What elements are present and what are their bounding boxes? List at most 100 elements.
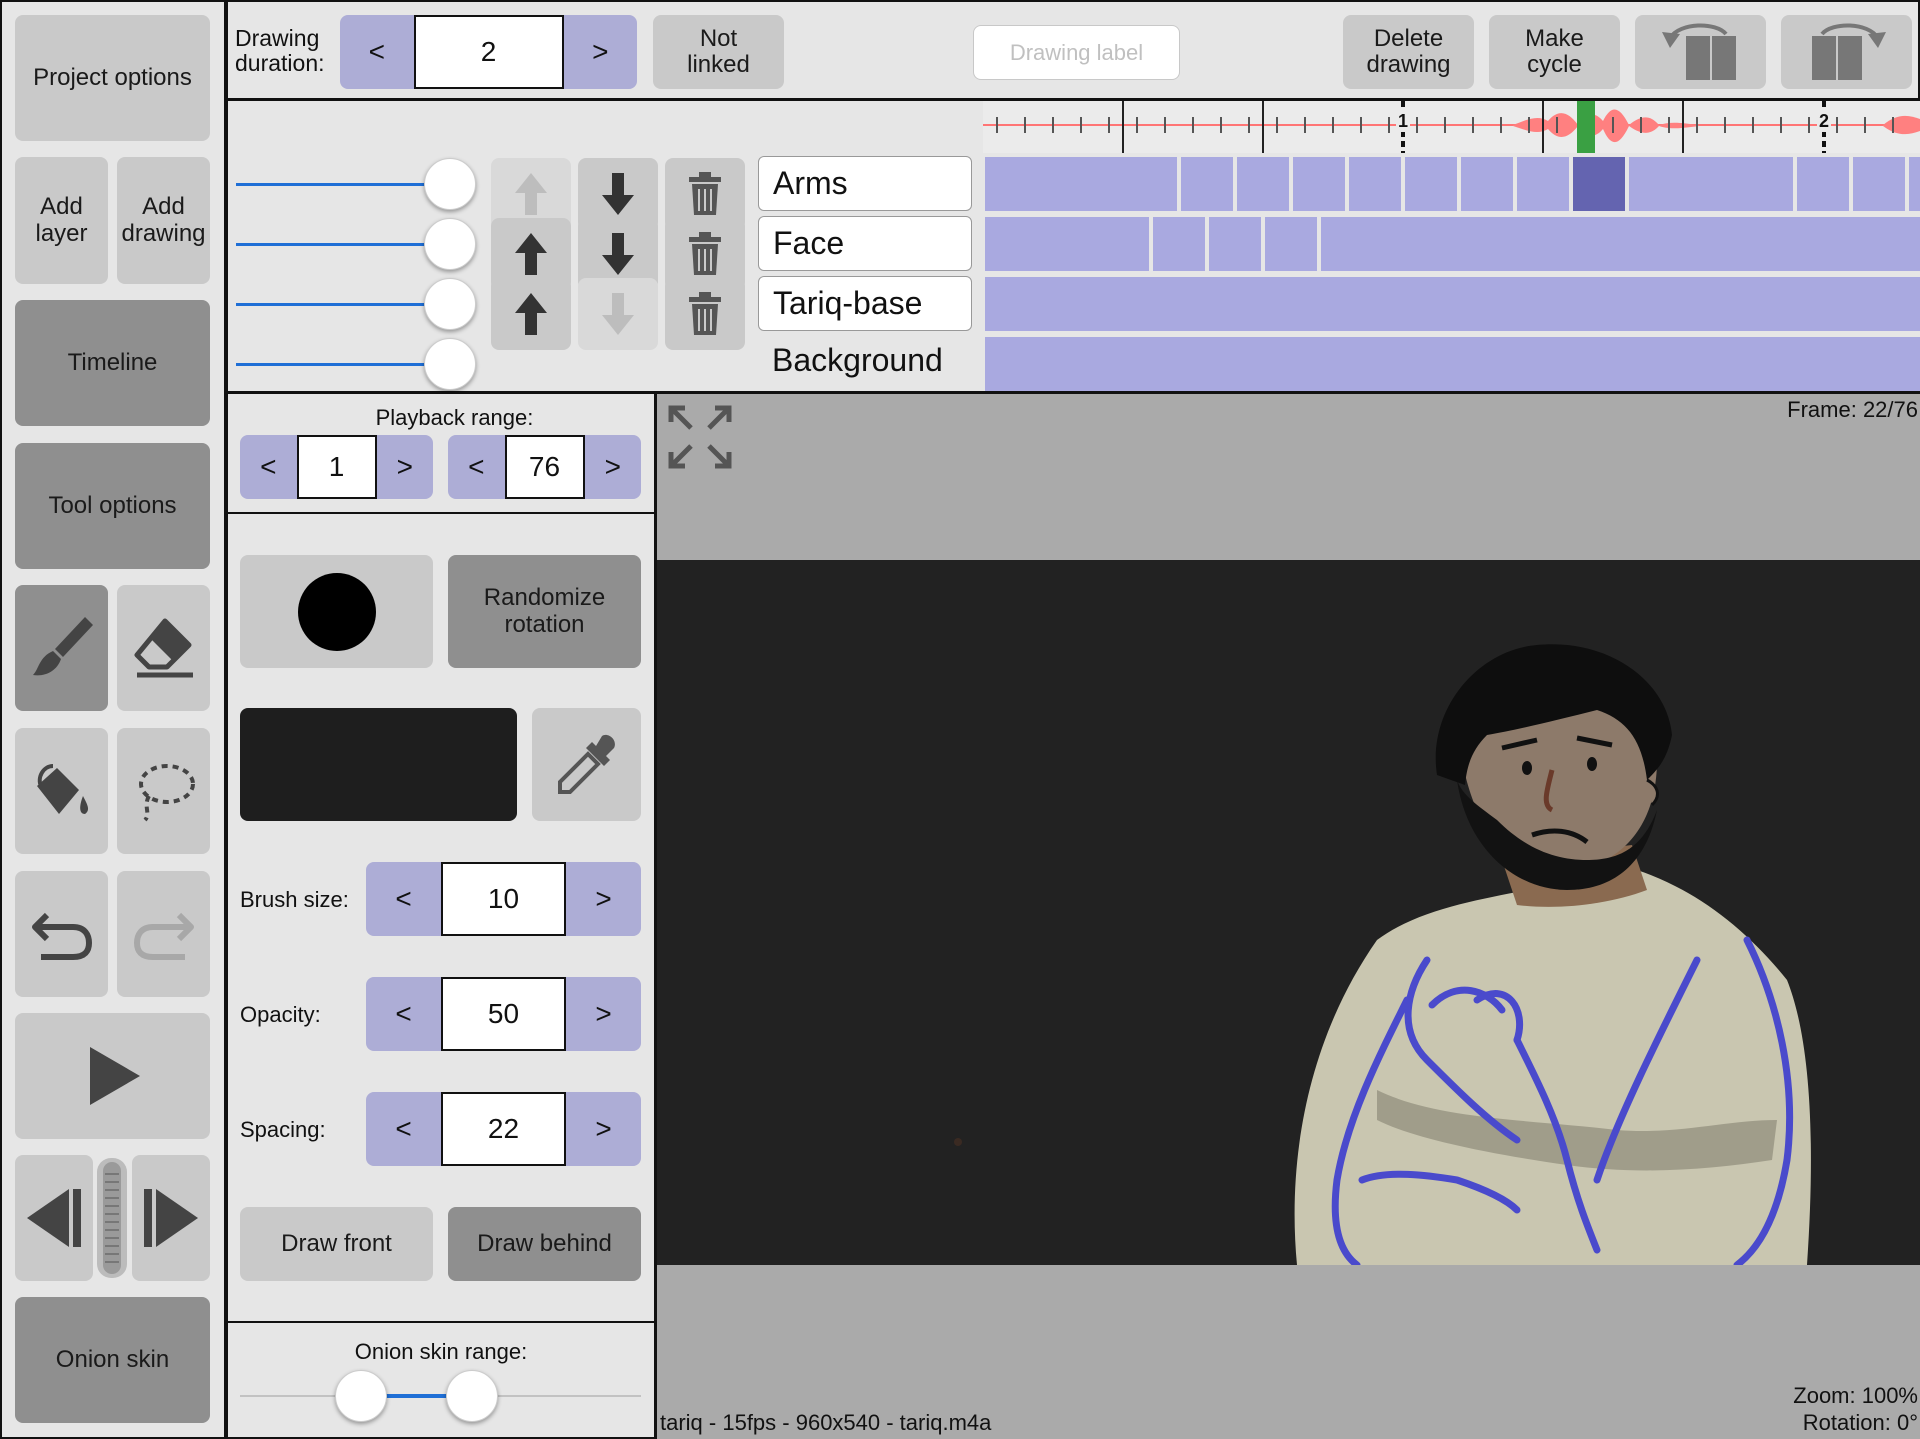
not-linked-button[interactable]: Not linked [653,15,784,89]
brush-tool-button[interactable] [15,585,108,711]
drawing-duration-label: Drawing duration: [235,25,325,77]
timeline-cell[interactable] [1153,217,1205,271]
timeline-cell[interactable] [1209,217,1261,271]
spacing-increment[interactable]: > [566,1092,641,1166]
timeline-cell-selected[interactable] [1573,157,1625,211]
step-forward-button[interactable] [132,1155,210,1281]
eraser-tool-button[interactable] [117,585,210,711]
timeline-cell[interactable] [1321,217,1920,271]
timeline-cell[interactable] [1517,157,1569,211]
layer-name-arms[interactable]: Arms [758,156,972,211]
duration-decrement[interactable]: < [340,15,414,89]
move-drawing-left-button[interactable] [1635,15,1766,89]
layer-up-button-tariq-base[interactable] [491,278,571,350]
layer-opacity-knob-arms[interactable] [424,158,476,210]
onion-skin-range-end-knob[interactable] [446,1370,498,1422]
play-button[interactable] [15,1013,210,1139]
playback-end-stepper[interactable]: < 76 > [448,435,641,499]
delete-drawing-button[interactable]: Delete drawing [1343,15,1474,89]
timeline-cell[interactable] [1853,157,1905,211]
layer-name-tariq-base[interactable]: Tariq-base [758,276,972,331]
brush-size-stepper[interactable]: < 10 > [366,862,641,936]
tool-options-button[interactable]: Tool options [15,443,210,569]
layer-opacity-knob-tariq-base[interactable] [424,278,476,330]
brush-size-increment[interactable]: > [566,862,641,936]
fill-bucket-icon [36,764,88,814]
brush-size-decrement[interactable]: < [366,862,441,936]
spacing-value[interactable]: 22 [441,1092,566,1166]
playback-end-value[interactable]: 76 [504,435,585,499]
project-options-button[interactable]: Project options [15,15,210,141]
playback-start-increment[interactable]: > [377,435,434,499]
layer-opacity-slider-arms[interactable] [236,183,451,186]
timeline-cell[interactable] [1461,157,1513,211]
layer-opacity-slider-tariq-base[interactable] [236,303,451,306]
layer-delete-button-tariq-base[interactable] [665,278,745,350]
opacity-stepper[interactable]: < 50 > [366,977,641,1051]
brush-shape-button[interactable] [240,555,433,668]
brush-size-value[interactable]: 10 [441,862,566,936]
opacity-increment[interactable]: > [566,977,641,1051]
redo-icon [133,912,194,960]
playback-start-value[interactable]: 1 [296,435,377,499]
playback-end-increment[interactable]: > [585,435,642,499]
layer-opacity-slider-face[interactable] [236,243,451,246]
layer-opacity-knob-face[interactable] [424,218,476,270]
timeline-cell[interactable] [985,157,1177,211]
drawing-label-input[interactable]: Drawing label [973,25,1180,80]
brush-icon [32,617,93,676]
timeline-cell[interactable] [1349,157,1401,211]
timeline-marker-1: 1 [1396,111,1411,132]
add-drawing-button[interactable]: Add drawing [117,157,210,284]
timeline-cell[interactable] [985,277,1920,331]
drawing-canvas[interactable] [657,560,1920,1265]
drawing-duration-stepper[interactable]: < 2 > [340,15,637,89]
timeline-cell[interactable] [1293,157,1345,211]
opacity-value[interactable]: 50 [441,977,566,1051]
brush-color-swatch[interactable] [240,708,517,821]
frame-scrubber[interactable] [97,1158,127,1278]
timeline-cell[interactable] [1629,157,1793,211]
draw-front-button[interactable]: Draw front [240,1207,433,1281]
draw-behind-button[interactable]: Draw behind [448,1207,641,1281]
fullscreen-button[interactable] [667,404,733,470]
duration-value[interactable]: 2 [413,15,564,89]
timeline-cell[interactable] [1237,157,1289,211]
trash-icon [689,172,721,215]
layer-opacity-knob-background[interactable] [424,338,476,390]
step-back-button[interactable] [15,1155,93,1281]
timeline-cell[interactable] [985,337,1920,391]
undo-button[interactable] [15,871,108,997]
randomize-rotation-button[interactable]: Randomize rotation [448,555,641,668]
timeline-cell[interactable] [985,217,1149,271]
add-layer-button[interactable]: Add layer [15,157,108,284]
arrow-down-icon [602,173,634,215]
layer-name-face[interactable]: Face [758,216,972,271]
layer-down-button-tariq-base[interactable] [578,278,658,350]
playback-start-stepper[interactable]: < 1 > [240,435,433,499]
spacing-stepper[interactable]: < 22 > [366,1092,641,1166]
timeline-button[interactable]: Timeline [15,300,210,426]
timeline-cell[interactable] [1797,157,1849,211]
timeline-cell[interactable] [1265,217,1317,271]
canvas-area[interactable]: Frame: 22/76 tariq - 15fps - 960x540 - t… [657,394,1920,1439]
redo-button[interactable] [117,871,210,997]
timeline-cell[interactable] [1405,157,1457,211]
fill-tool-button[interactable] [15,728,108,854]
opacity-decrement[interactable]: < [366,977,441,1051]
make-cycle-button[interactable]: Make cycle [1489,15,1620,89]
timeline-cell[interactable] [1181,157,1233,211]
layer-opacity-slider-background[interactable] [236,363,451,366]
lasso-tool-button[interactable] [117,728,210,854]
playback-end-decrement[interactable]: < [448,435,505,499]
duration-increment[interactable]: > [564,15,638,89]
eyedropper-button[interactable] [532,708,641,821]
timeline-grid[interactable]: 1 2 [983,101,1920,391]
spacing-decrement[interactable]: < [366,1092,441,1166]
playback-start-decrement[interactable]: < [240,435,297,499]
timeline-cell[interactable] [1909,157,1920,211]
onion-skin-range-start-knob[interactable] [335,1370,387,1422]
onion-skin-button[interactable]: Onion skin [15,1297,210,1423]
playback-range-label: Playback range: [375,405,534,430]
move-drawing-right-button[interactable] [1781,15,1912,89]
